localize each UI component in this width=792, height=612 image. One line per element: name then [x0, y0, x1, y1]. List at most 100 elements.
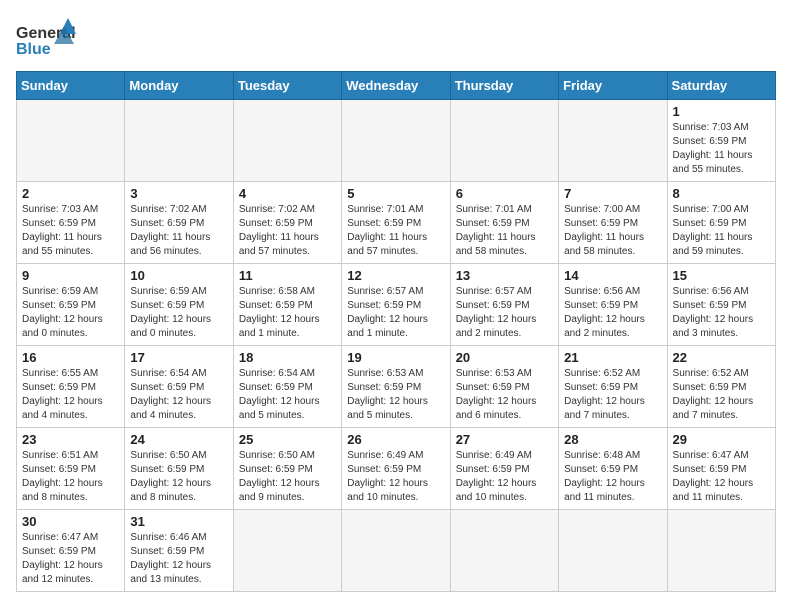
calendar-header-row: SundayMondayTuesdayWednesdayThursdayFrid…: [17, 72, 776, 100]
calendar-day-cell: 3 Sunrise: 7:02 AM Sunset: 6:59 PM Daylig…: [125, 182, 233, 264]
calendar-week-row: 1Sunrise: 7:03 AM Sunset: 6:59 PM Daylig…: [17, 100, 776, 182]
day-number: 1: [673, 104, 770, 119]
calendar-day-cell: 11Sunrise: 6:58 AM Sunset: 6:59 PM Dayli…: [233, 264, 341, 346]
day-number: 24: [130, 432, 227, 447]
calendar-day-cell: 14 Sunrise: 6:56 AM Sunset: 6:59 PM Dayli…: [559, 264, 667, 346]
day-number: 14: [564, 268, 661, 283]
calendar-table: SundayMondayTuesdayWednesdayThursdayFrid…: [16, 71, 776, 592]
day-number: 12: [347, 268, 444, 283]
day-info: Sunrise: 6:59 AM Sunset: 6:59 PM Dayligh…: [22, 285, 119, 341]
day-number: 17: [130, 350, 227, 365]
calendar-day-cell: [233, 510, 341, 592]
day-number: 6: [456, 186, 553, 201]
calendar-day-cell: 13 Sunrise: 6:57 AM Sunset: 6:59 PM Dayli…: [450, 264, 558, 346]
calendar-day-cell: 20 Sunrise: 6:53 AM Sunset: 6:59 PM Dayli…: [450, 346, 558, 428]
calendar-day-cell: [125, 100, 233, 182]
day-info: Sunrise: 7:01 AM Sunset: 6:59 PM Dayligh…: [347, 203, 444, 259]
day-number: 23: [22, 432, 119, 447]
day-info: Sunrise: 7:03 AM Sunset: 6:59 PM Dayligh…: [22, 203, 119, 259]
day-info: Sunrise: 6:54 AM Sunset: 6:59 PM Dayligh…: [239, 367, 336, 423]
day-number: 10: [130, 268, 227, 283]
calendar-day-cell: 15Sunrise: 6:56 AM Sunset: 6:59 PM Dayli…: [667, 264, 775, 346]
calendar-day-cell: [342, 510, 450, 592]
calendar-day-cell: 27Sunrise: 6:49 AM Sunset: 6:59 PM Dayli…: [450, 428, 558, 510]
day-of-week-header: Thursday: [450, 72, 558, 100]
day-info: Sunrise: 6:47 AM Sunset: 6:59 PM Dayligh…: [22, 531, 119, 587]
day-number: 31: [130, 514, 227, 529]
day-number: 7: [564, 186, 661, 201]
calendar-day-cell: 22Sunrise: 6:52 AM Sunset: 6:59 PM Dayli…: [667, 346, 775, 428]
day-info: Sunrise: 7:02 AM Sunset: 6:59 PM Dayligh…: [130, 203, 227, 259]
day-info: Sunrise: 6:56 AM Sunset: 6:59 PM Dayligh…: [673, 285, 770, 341]
calendar-day-cell: [17, 100, 125, 182]
day-info: Sunrise: 6:47 AM Sunset: 6:59 PM Dayligh…: [673, 449, 770, 505]
calendar-day-cell: 24 Sunrise: 6:50 AM Sunset: 6:59 PM Dayli…: [125, 428, 233, 510]
day-info: Sunrise: 6:50 AM Sunset: 6:59 PM Dayligh…: [130, 449, 227, 505]
calendar-day-cell: [450, 100, 558, 182]
day-info: Sunrise: 7:02 AM Sunset: 6:59 PM Dayligh…: [239, 203, 336, 259]
calendar-day-cell: 1Sunrise: 7:03 AM Sunset: 6:59 PM Daylig…: [667, 100, 775, 182]
day-number: 29: [673, 432, 770, 447]
calendar-day-cell: 21 Sunrise: 6:52 AM Sunset: 6:59 PM Dayli…: [559, 346, 667, 428]
day-number: 3: [130, 186, 227, 201]
calendar-day-cell: 8Sunrise: 7:00 AM Sunset: 6:59 PM Daylig…: [667, 182, 775, 264]
day-number: 11: [239, 268, 336, 283]
day-info: Sunrise: 6:52 AM Sunset: 6:59 PM Dayligh…: [564, 367, 661, 423]
day-info: Sunrise: 6:56 AM Sunset: 6:59 PM Dayligh…: [564, 285, 661, 341]
calendar-week-row: 30 Sunrise: 6:47 AM Sunset: 6:59 PM Dayli…: [17, 510, 776, 592]
logo: General Blue: [16, 16, 76, 61]
day-number: 5: [347, 186, 444, 201]
day-number: 21: [564, 350, 661, 365]
day-info: Sunrise: 6:46 AM Sunset: 6:59 PM Dayligh…: [130, 531, 227, 587]
day-number: 26: [347, 432, 444, 447]
calendar-day-cell: [559, 510, 667, 592]
calendar-day-cell: 9 Sunrise: 6:59 AM Sunset: 6:59 PM Daylig…: [17, 264, 125, 346]
calendar-week-row: 23 Sunrise: 6:51 AM Sunset: 6:59 PM Dayli…: [17, 428, 776, 510]
day-number: 2: [22, 186, 119, 201]
day-info: Sunrise: 6:54 AM Sunset: 6:59 PM Dayligh…: [130, 367, 227, 423]
day-number: 9: [22, 268, 119, 283]
logo-icon: General Blue: [16, 16, 76, 61]
day-info: Sunrise: 7:01 AM Sunset: 6:59 PM Dayligh…: [456, 203, 553, 259]
day-info: Sunrise: 6:53 AM Sunset: 6:59 PM Dayligh…: [347, 367, 444, 423]
calendar-week-row: 2 Sunrise: 7:03 AM Sunset: 6:59 PM Daylig…: [17, 182, 776, 264]
day-of-week-header: Monday: [125, 72, 233, 100]
calendar-day-cell: 6 Sunrise: 7:01 AM Sunset: 6:59 PM Daylig…: [450, 182, 558, 264]
calendar-day-cell: 16 Sunrise: 6:55 AM Sunset: 6:59 PM Dayli…: [17, 346, 125, 428]
calendar-day-cell: 28 Sunrise: 6:48 AM Sunset: 6:59 PM Dayli…: [559, 428, 667, 510]
calendar-day-cell: 5 Sunrise: 7:01 AM Sunset: 6:59 PM Daylig…: [342, 182, 450, 264]
day-number: 13: [456, 268, 553, 283]
day-of-week-header: Saturday: [667, 72, 775, 100]
calendar-day-cell: 29 Sunrise: 6:47 AM Sunset: 6:59 PM Dayli…: [667, 428, 775, 510]
calendar-day-cell: 7Sunrise: 7:00 AM Sunset: 6:59 PM Daylig…: [559, 182, 667, 264]
calendar-week-row: 16 Sunrise: 6:55 AM Sunset: 6:59 PM Dayli…: [17, 346, 776, 428]
day-number: 19: [347, 350, 444, 365]
day-info: Sunrise: 6:49 AM Sunset: 6:59 PM Dayligh…: [347, 449, 444, 505]
day-number: 28: [564, 432, 661, 447]
svg-text:Blue: Blue: [16, 41, 51, 58]
day-info: Sunrise: 6:53 AM Sunset: 6:59 PM Dayligh…: [456, 367, 553, 423]
day-number: 18: [239, 350, 336, 365]
day-number: 25: [239, 432, 336, 447]
calendar-day-cell: [233, 100, 341, 182]
page-header: General Blue: [16, 16, 776, 61]
day-info: Sunrise: 6:57 AM Sunset: 6:59 PM Dayligh…: [456, 285, 553, 341]
calendar-week-row: 9 Sunrise: 6:59 AM Sunset: 6:59 PM Daylig…: [17, 264, 776, 346]
day-number: 16: [22, 350, 119, 365]
day-info: Sunrise: 6:57 AM Sunset: 6:59 PM Dayligh…: [347, 285, 444, 341]
calendar-day-cell: 4 Sunrise: 7:02 AM Sunset: 6:59 PM Daylig…: [233, 182, 341, 264]
day-number: 20: [456, 350, 553, 365]
calendar-day-cell: 23 Sunrise: 6:51 AM Sunset: 6:59 PM Dayli…: [17, 428, 125, 510]
day-number: 30: [22, 514, 119, 529]
day-info: Sunrise: 7:00 AM Sunset: 6:59 PM Dayligh…: [673, 203, 770, 259]
calendar-day-cell: 25Sunrise: 6:50 AM Sunset: 6:59 PM Dayli…: [233, 428, 341, 510]
day-info: Sunrise: 6:52 AM Sunset: 6:59 PM Dayligh…: [673, 367, 770, 423]
day-info: Sunrise: 6:48 AM Sunset: 6:59 PM Dayligh…: [564, 449, 661, 505]
calendar-day-cell: [450, 510, 558, 592]
day-info: Sunrise: 6:51 AM Sunset: 6:59 PM Dayligh…: [22, 449, 119, 505]
calendar-day-cell: 2 Sunrise: 7:03 AM Sunset: 6:59 PM Daylig…: [17, 182, 125, 264]
day-info: Sunrise: 6:55 AM Sunset: 6:59 PM Dayligh…: [22, 367, 119, 423]
day-number: 4: [239, 186, 336, 201]
calendar-day-cell: 19 Sunrise: 6:53 AM Sunset: 6:59 PM Dayli…: [342, 346, 450, 428]
day-of-week-header: Tuesday: [233, 72, 341, 100]
